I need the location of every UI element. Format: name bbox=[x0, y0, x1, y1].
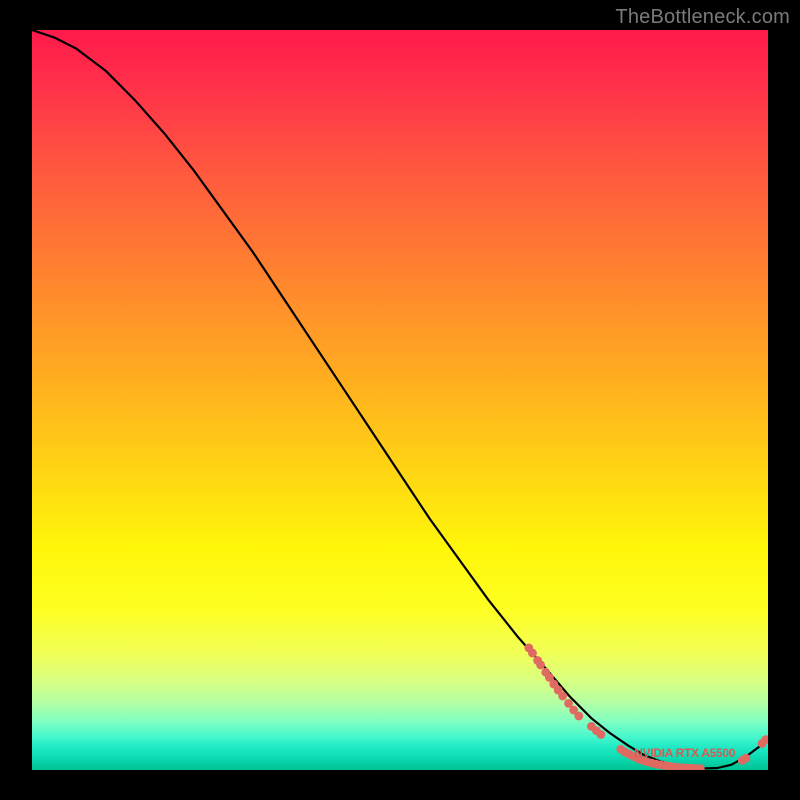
curve-svg bbox=[32, 30, 768, 770]
data-dot bbox=[597, 730, 606, 739]
data-dot bbox=[528, 649, 537, 658]
data-dot bbox=[574, 712, 583, 721]
bottleneck-curve bbox=[32, 30, 768, 769]
chart-stage: TheBottleneck.com NVIDIA RTX A5500 bbox=[0, 0, 800, 800]
plot-area: NVIDIA RTX A5500 bbox=[32, 30, 768, 770]
watermark-text: TheBottleneck.com bbox=[615, 6, 790, 29]
data-dot bbox=[536, 661, 545, 670]
model-label: NVIDIA RTX A5500 bbox=[634, 746, 735, 760]
data-dot bbox=[742, 754, 751, 763]
data-dot bbox=[558, 692, 567, 701]
